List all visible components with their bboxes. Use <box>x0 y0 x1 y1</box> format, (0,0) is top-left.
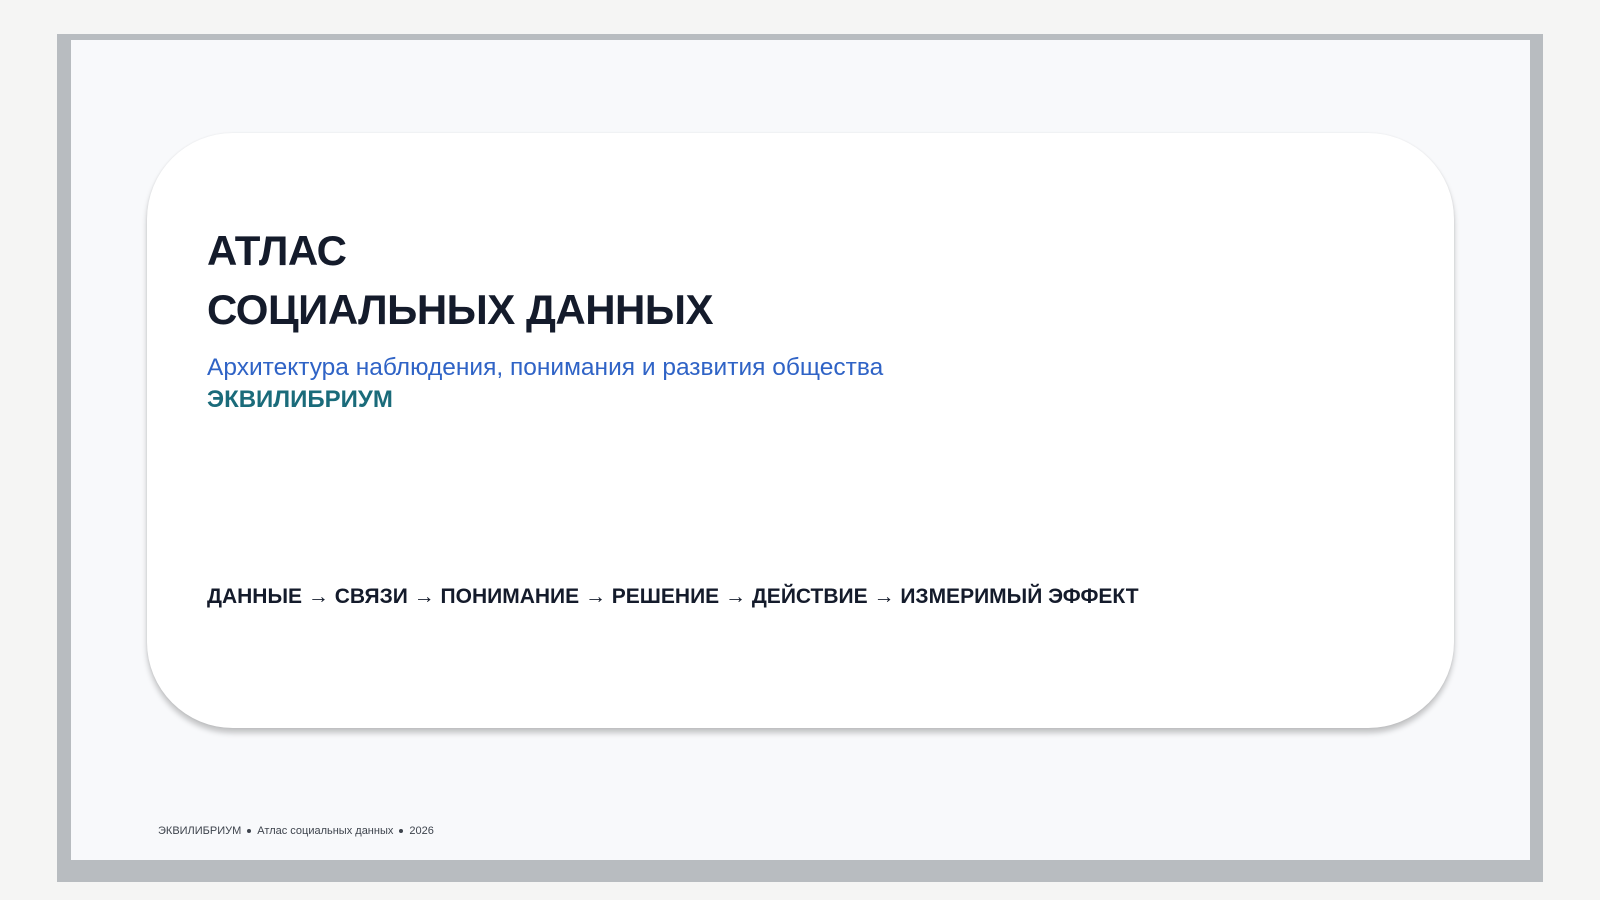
footer-brand: ЭКВИЛИБРИУМ <box>158 825 242 837</box>
brand-name: ЭКВИЛИБРИУМ <box>207 386 393 413</box>
footer-year: 2026 <box>409 825 434 837</box>
page-title: АТЛАС СОЦИАЛЬНЫХ ДАННЫХ <box>207 221 714 339</box>
bullet-separator <box>399 829 404 834</box>
process-flow: ДАННЫЕ → СВЯЗИ → ПОНИМАНИЕ → РЕШЕНИЕ → Д… <box>207 585 1139 608</box>
title-line-1: АТЛАС <box>207 227 347 274</box>
slide-footer: ЭКВИЛИБРИУМ Атлас социальных данных 2026 <box>158 824 434 838</box>
title-line-2: СОЦИАЛЬНЫХ ДАННЫХ <box>207 286 714 333</box>
footer-project: Атлас социальных данных <box>257 825 394 837</box>
bullet-separator <box>247 829 252 834</box>
subtitle: Архитектура наблюдения, понимания и разв… <box>207 354 884 381</box>
slide: АТЛАС СОЦИАЛЬНЫХ ДАННЫХ Архитектура набл… <box>71 40 1530 860</box>
title-card: АТЛАС СОЦИАЛЬНЫХ ДАННЫХ Архитектура набл… <box>147 133 1454 728</box>
